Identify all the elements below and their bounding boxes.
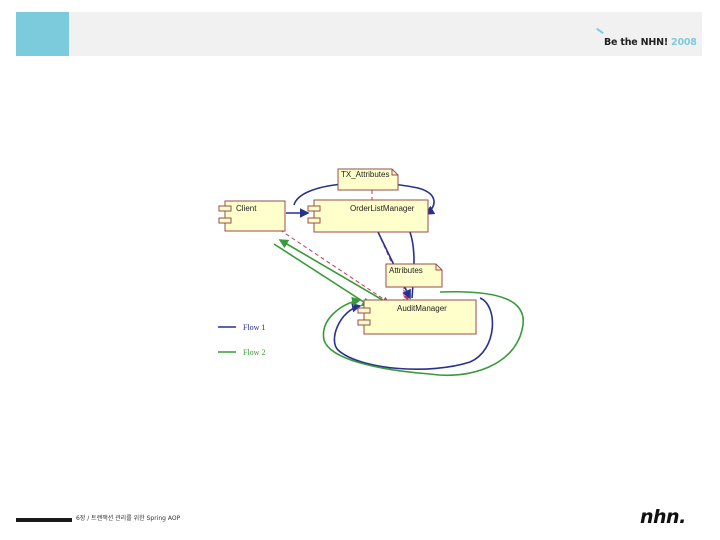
component-order-list-manager-label: OrderListManager [350, 204, 415, 213]
component-audit-manager-label: AuditManager [397, 304, 447, 313]
component-client-label: Client [236, 204, 257, 213]
note-attributes: Attributes [385, 263, 443, 288]
flow2-client-to-audit [273, 243, 372, 307]
component-port-icon [357, 319, 371, 326]
component-port-icon [357, 307, 371, 314]
link-client-audit [279, 229, 389, 303]
note-tx-attributes: TX_Attributes [337, 168, 399, 191]
nhn-logo: nhn. [640, 506, 686, 528]
note-attributes-label: Attributes [389, 266, 423, 275]
component-client: Client [218, 200, 286, 232]
component-port-icon [307, 205, 321, 212]
note-tx-attributes-label: TX_Attributes [341, 170, 389, 179]
legend-flow1-label: Flow 1 [243, 323, 265, 332]
component-port-icon [218, 205, 232, 212]
footer-rule [16, 518, 72, 522]
component-audit-manager: AuditManager [357, 299, 477, 335]
flow2-audit-to-client [278, 239, 387, 303]
component-diagram: TX_Attributes Client OrderListManager At… [218, 168, 525, 377]
legend: Flow 1 Flow 2 [218, 323, 265, 357]
component-order-list-manager: OrderListManager [307, 199, 429, 233]
component-port-icon [307, 217, 321, 224]
legend-flow2-label: Flow 2 [243, 348, 265, 357]
footer-caption: 6장 / 트랜잭션 관리를 위한 Spring AOP [76, 515, 181, 522]
component-port-icon [218, 217, 232, 224]
